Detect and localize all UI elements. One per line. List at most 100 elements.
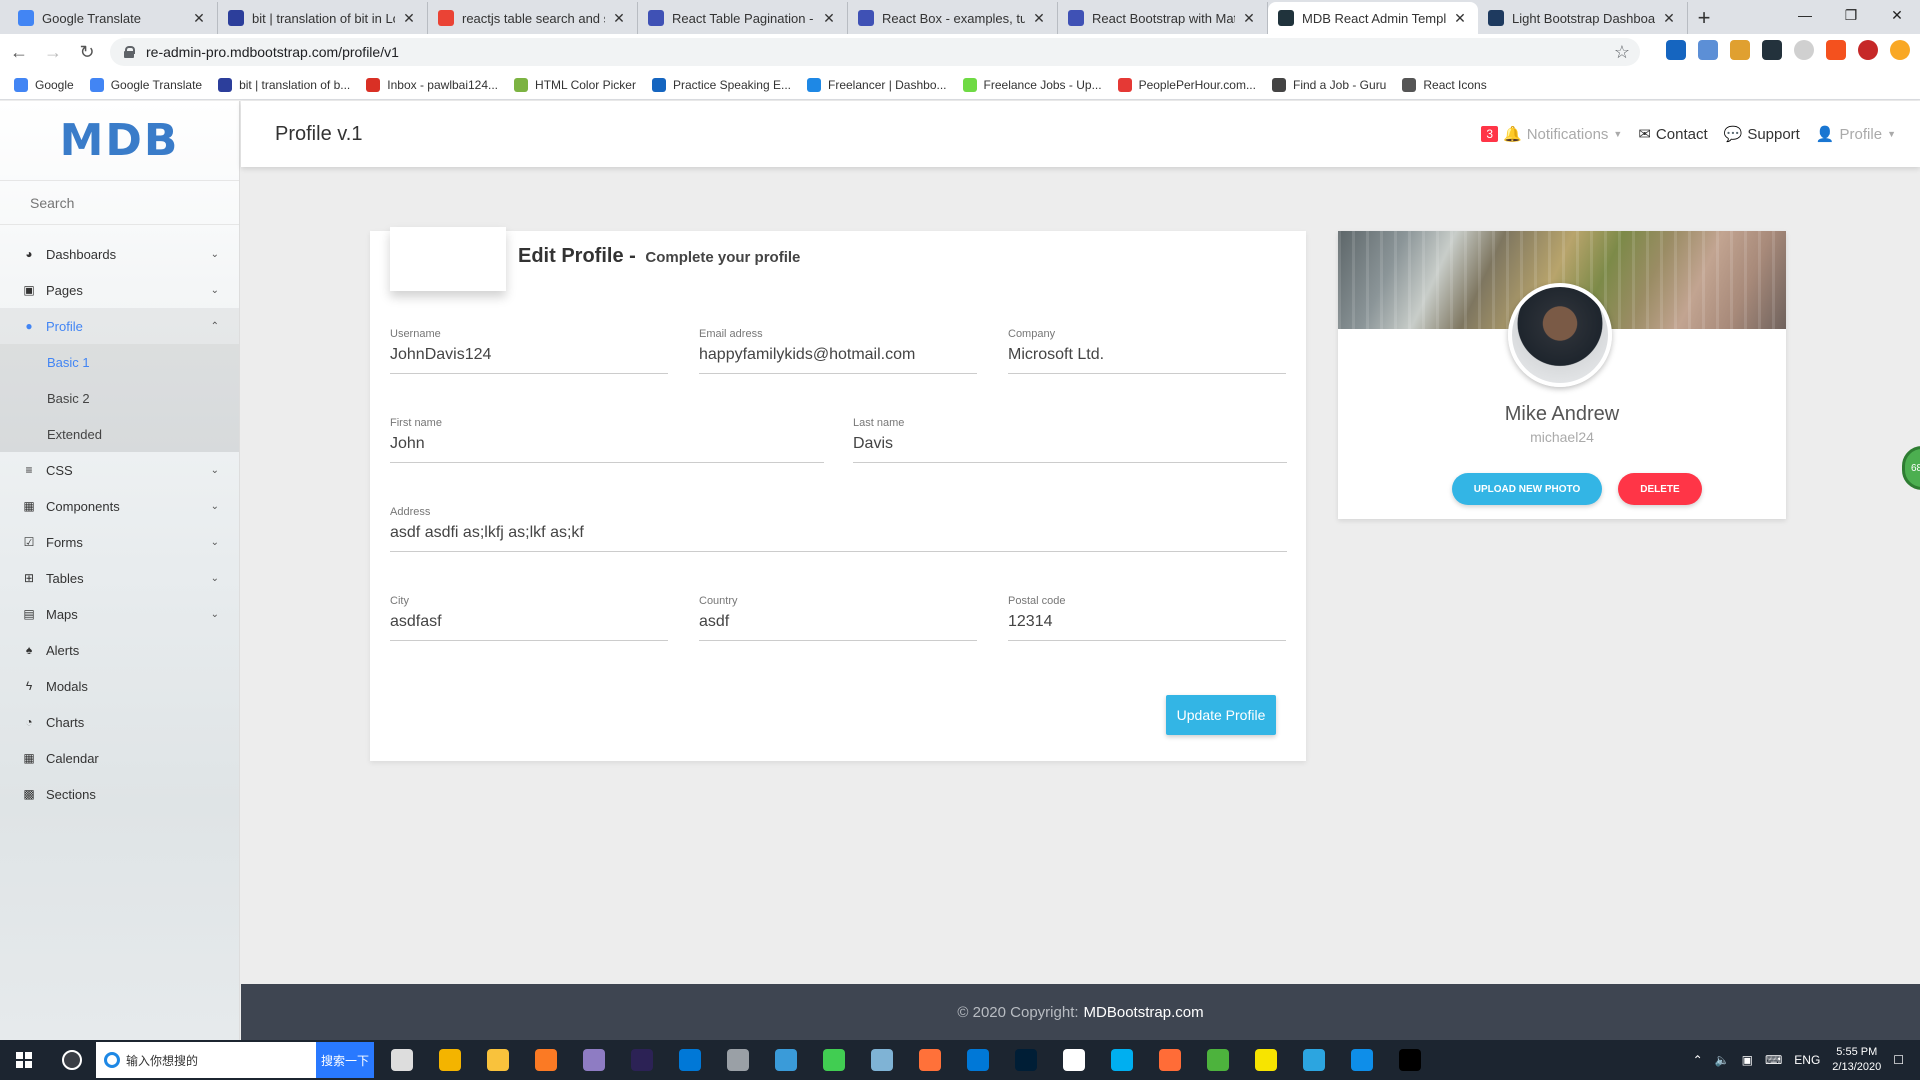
language-indicator[interactable]: ENG bbox=[1794, 1053, 1820, 1067]
teamviewer-icon[interactable] bbox=[1338, 1040, 1386, 1080]
extension-icon[interactable] bbox=[1794, 40, 1814, 60]
update-alert-icon[interactable] bbox=[1890, 40, 1910, 60]
taskbar-search-input[interactable]: 输入你想搜的 bbox=[96, 1042, 316, 1078]
reload-icon[interactable]: ↻ bbox=[72, 37, 102, 67]
notes-icon[interactable] bbox=[858, 1040, 906, 1080]
edge-icon[interactable] bbox=[954, 1040, 1002, 1080]
user-avatar-icon[interactable] bbox=[1858, 40, 1878, 60]
bookmark-item[interactable]: React Icons bbox=[1402, 77, 1487, 92]
taskbar-search-button[interactable]: 搜索一下 bbox=[316, 1042, 374, 1078]
sidebar-item-sections[interactable]: ▩ Sections bbox=[0, 776, 239, 812]
tool-icon[interactable] bbox=[714, 1040, 762, 1080]
bookmark-item[interactable]: PeoplePerHour.com... bbox=[1117, 77, 1256, 92]
media-player-icon[interactable] bbox=[378, 1040, 426, 1080]
close-tab-icon[interactable]: ✕ bbox=[821, 10, 837, 27]
browser-tab[interactable]: React Bootstrap with Mater ✕ bbox=[1058, 2, 1268, 34]
chrome-icon[interactable] bbox=[426, 1040, 474, 1080]
minimize-button[interactable]: — bbox=[1782, 0, 1828, 30]
xampp-icon[interactable] bbox=[522, 1040, 570, 1080]
browser-tab[interactable]: React Box - examples, tutor ✕ bbox=[848, 2, 1058, 34]
browser-tab[interactable]: Light Bootstrap Dashboard ✕ bbox=[1478, 2, 1688, 34]
url-field[interactable]: re-admin-pro.mdbootstrap.com/profile/v1 … bbox=[110, 38, 1640, 66]
sidebar-subitem-extended[interactable]: Extended bbox=[0, 416, 239, 452]
support-link[interactable]: 💬 Support bbox=[1724, 125, 1800, 144]
close-tab-icon[interactable]: ✕ bbox=[1661, 10, 1677, 27]
file-explorer-icon[interactable] bbox=[474, 1040, 522, 1080]
close-tab-icon[interactable]: ✕ bbox=[611, 10, 627, 27]
action-center-icon[interactable]: ☐ bbox=[1893, 1053, 1904, 1067]
postal-code-field[interactable]: Postal code 12314 bbox=[1008, 595, 1286, 641]
sidebar-item-css[interactable]: ≡ CSS ⌄ bbox=[0, 452, 239, 488]
extension-icon[interactable] bbox=[1826, 40, 1846, 60]
browser-tab[interactable]: MDB React Admin Templat ✕ bbox=[1268, 2, 1478, 34]
bookmark-item[interactable]: Practice Speaking E... bbox=[651, 77, 791, 92]
bookmark-item[interactable]: Find a Job - Guru bbox=[1271, 77, 1386, 92]
vscode-icon[interactable] bbox=[666, 1040, 714, 1080]
side-widget-badge[interactable]: 68 bbox=[1902, 446, 1920, 490]
company-field[interactable]: Company Microsoft Ltd. bbox=[1008, 328, 1286, 374]
sidebar-item-modals[interactable]: ϟ Modals bbox=[0, 668, 239, 704]
profile-dropdown[interactable]: 👤 Profile ▼ bbox=[1816, 125, 1896, 144]
sidebar-item-components[interactable]: ▦ Components ⌄ bbox=[0, 488, 239, 524]
city-field[interactable]: City asdfasf bbox=[390, 595, 668, 641]
sidebar-item-tables[interactable]: ⊞ Tables ⌄ bbox=[0, 560, 239, 596]
notifications-dropdown[interactable]: 3 🔔 Notifications ▼ bbox=[1481, 125, 1622, 143]
browser-tab[interactable]: React Table Pagination - Bo ✕ bbox=[638, 2, 848, 34]
restore-button[interactable]: ❐ bbox=[1828, 0, 1874, 30]
mongodb-icon[interactable] bbox=[1194, 1040, 1242, 1080]
skype-icon[interactable] bbox=[1098, 1040, 1146, 1080]
netbeans-icon[interactable] bbox=[570, 1040, 618, 1080]
bookmark-item[interactable]: HTML Color Picker bbox=[514, 77, 636, 92]
network-icon[interactable]: ▣ bbox=[1742, 1053, 1753, 1067]
address-field[interactable]: Address asdf asdfi as;lkfj as;lkf as;kf bbox=[390, 506, 1287, 552]
tray-chevron-icon[interactable]: ⌃ bbox=[1693, 1053, 1703, 1067]
sidebar-item-pages[interactable]: ▣ Pages ⌄ bbox=[0, 272, 239, 308]
sidebar-item-dashboards[interactable]: ◕ Dashboards ⌄ bbox=[0, 236, 239, 272]
bookmark-item[interactable]: Freelancer | Dashbo... bbox=[807, 77, 947, 92]
sidebar-subitem-basic-2[interactable]: Basic 2 bbox=[0, 380, 239, 416]
qt-icon[interactable] bbox=[810, 1040, 858, 1080]
sidebar-item-alerts[interactable]: ♠ Alerts bbox=[0, 632, 239, 668]
last-name-field[interactable]: Last name Davis bbox=[853, 417, 1287, 463]
country-field[interactable]: Country asdf bbox=[699, 595, 977, 641]
terminal-icon[interactable] bbox=[1386, 1040, 1434, 1080]
bookmark-item[interactable]: Google bbox=[14, 77, 74, 92]
bookmark-item[interactable]: Google Translate bbox=[89, 77, 202, 92]
extension-icon[interactable] bbox=[1762, 40, 1782, 60]
close-tab-icon[interactable]: ✕ bbox=[191, 10, 207, 27]
email-field[interactable]: Email adress happyfamilykids@hotmail.com bbox=[699, 328, 977, 374]
first-name-field[interactable]: First name John bbox=[390, 417, 824, 463]
browser-tab[interactable]: reactjs table search and sor ✕ bbox=[428, 2, 638, 34]
close-tab-icon[interactable]: ✕ bbox=[1031, 10, 1047, 27]
back-icon[interactable]: ← bbox=[4, 37, 34, 67]
firefox-icon[interactable] bbox=[906, 1040, 954, 1080]
update-profile-button[interactable]: Update Profile bbox=[1166, 695, 1276, 735]
forward-icon[interactable]: → bbox=[38, 37, 68, 67]
photos-icon[interactable] bbox=[762, 1040, 810, 1080]
postman-icon[interactable] bbox=[1146, 1040, 1194, 1080]
close-tab-icon[interactable]: ✕ bbox=[401, 10, 417, 27]
telegram-icon[interactable] bbox=[1290, 1040, 1338, 1080]
sidebar-item-charts[interactable]: ◔ Charts bbox=[0, 704, 239, 740]
close-window-button[interactable]: ✕ bbox=[1874, 0, 1920, 30]
bookmark-item[interactable]: Inbox - pawlbai124... bbox=[366, 77, 498, 92]
extension-icon[interactable] bbox=[1730, 40, 1750, 60]
sidebar-item-profile[interactable]: ● Profile ⌃ bbox=[0, 308, 239, 344]
footer-link[interactable]: MDBootstrap.com bbox=[1084, 1004, 1204, 1021]
cortana-icon[interactable] bbox=[48, 1040, 96, 1080]
browser-tab[interactable]: bit | translation of bit in Lon ✕ bbox=[218, 2, 428, 34]
extension-icon[interactable] bbox=[1666, 40, 1686, 60]
clock[interactable]: 5:55 PM 2/13/2020 bbox=[1832, 1045, 1881, 1075]
mail-icon[interactable] bbox=[1050, 1040, 1098, 1080]
logo[interactable]: MDB bbox=[0, 101, 239, 181]
bookmark-star-icon[interactable]: ☆ bbox=[1614, 42, 1630, 63]
contact-link[interactable]: ✉ Contact bbox=[1638, 125, 1707, 144]
browser-tab[interactable]: Google Translate ✕ bbox=[8, 2, 218, 34]
username-field[interactable]: Username JohnDavis124 bbox=[390, 328, 668, 374]
sticky-notes-icon[interactable] bbox=[1242, 1040, 1290, 1080]
windows-start-icon[interactable] bbox=[0, 1040, 48, 1080]
sidebar-item-maps[interactable]: ▤ Maps ⌄ bbox=[0, 596, 239, 632]
photoshop-icon[interactable] bbox=[1002, 1040, 1050, 1080]
upload-photo-button[interactable]: UPLOAD NEW PHOTO bbox=[1452, 473, 1602, 505]
search-input[interactable] bbox=[30, 194, 220, 211]
